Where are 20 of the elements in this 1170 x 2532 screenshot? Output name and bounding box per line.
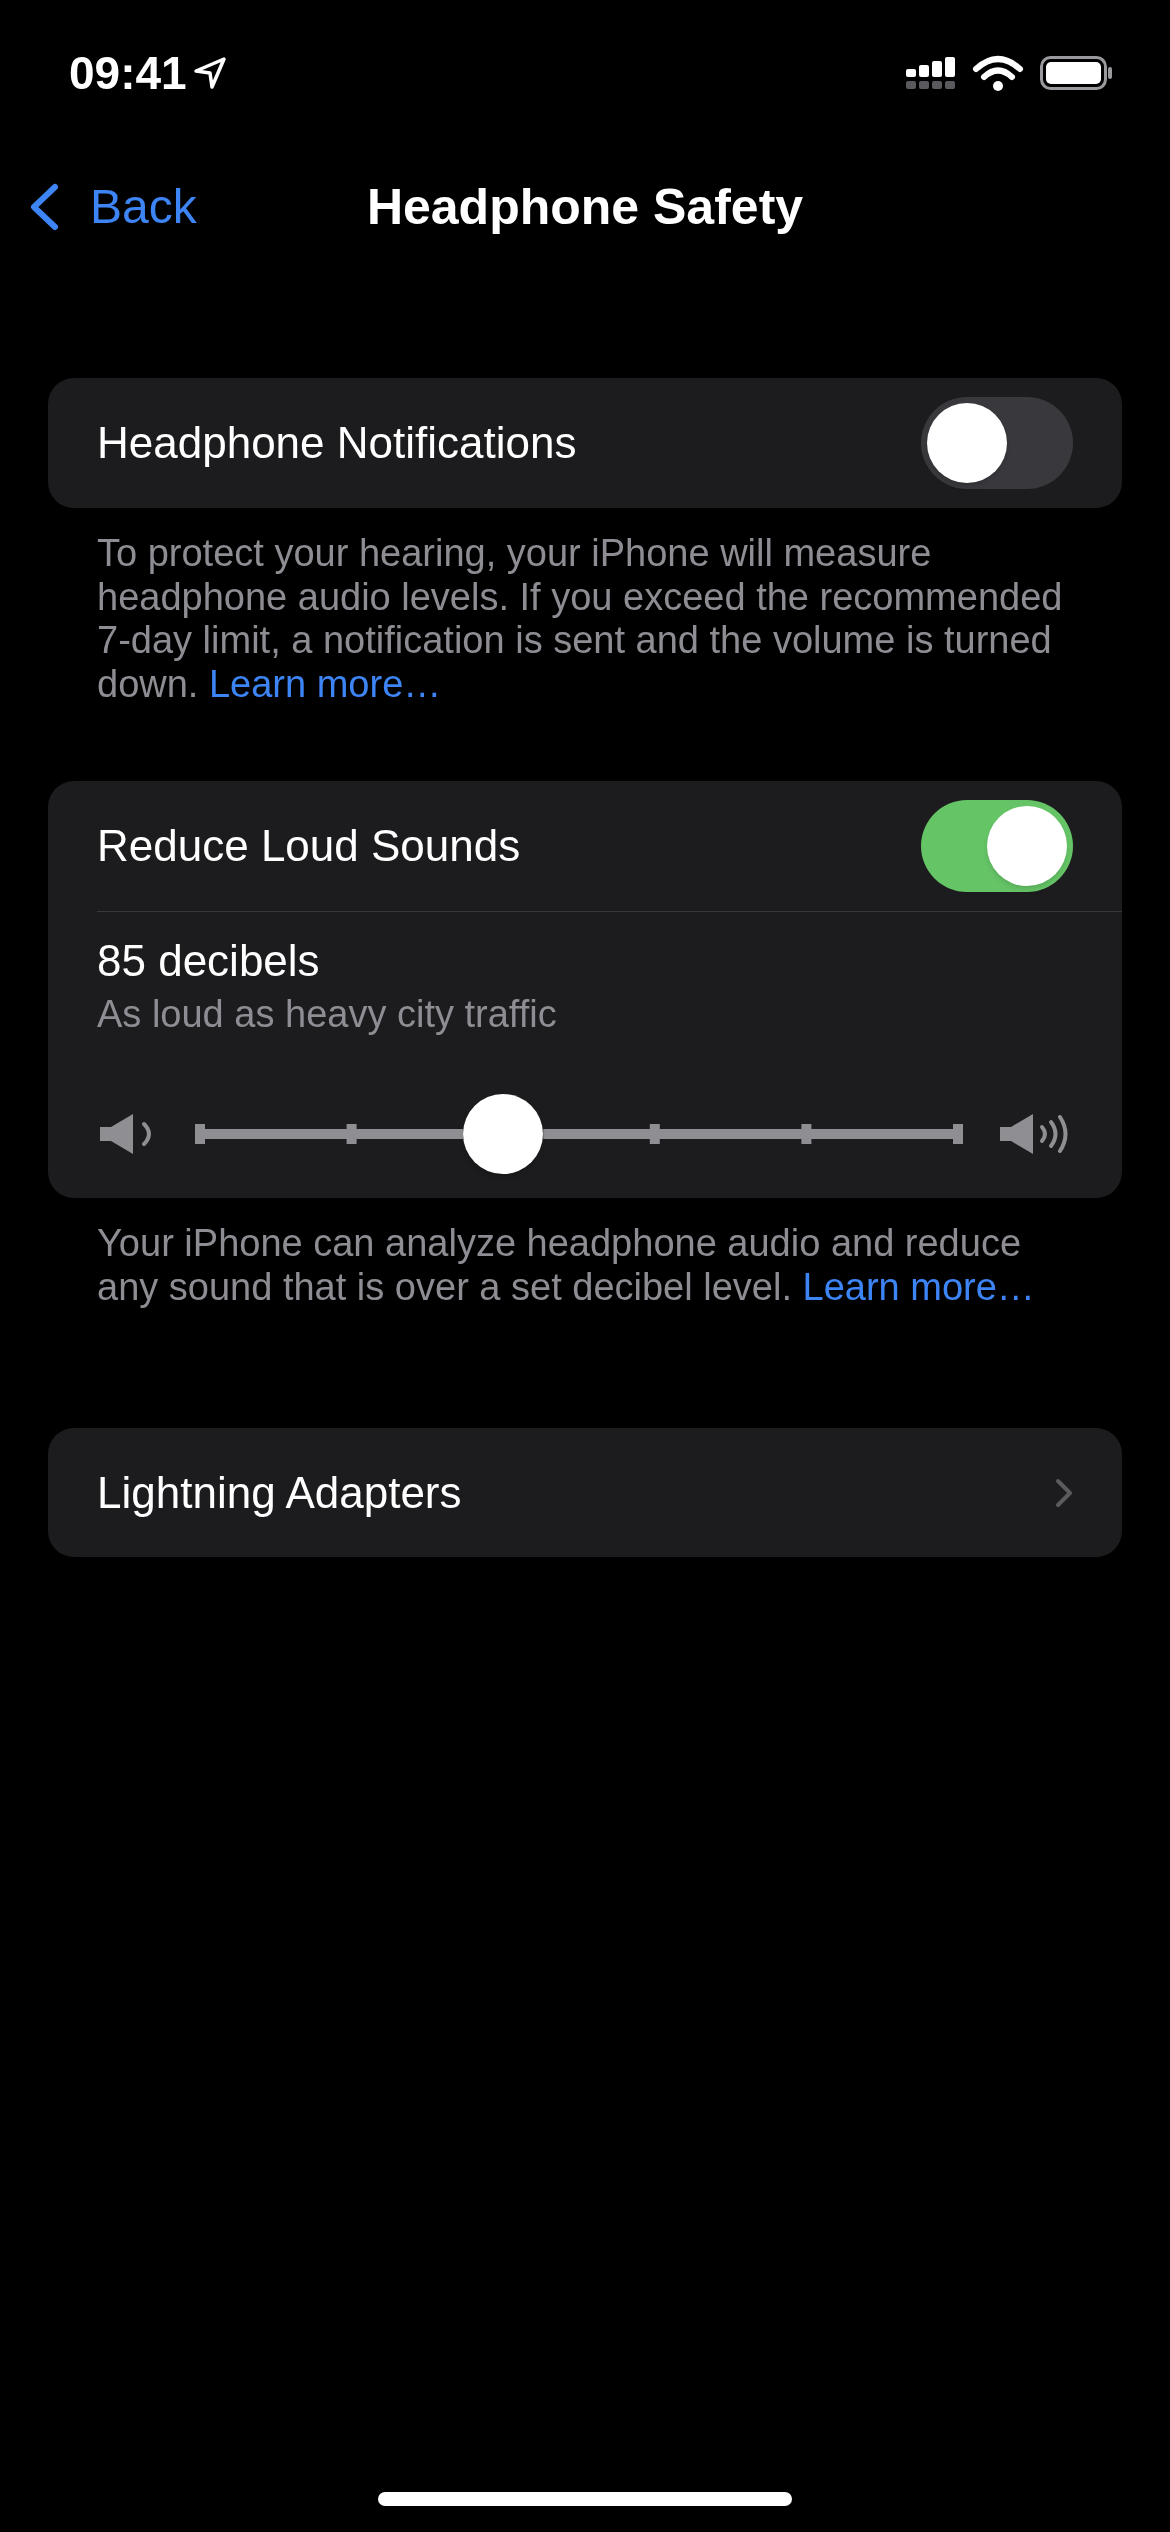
speaker-high-icon — [1000, 1112, 1070, 1156]
setting-label: Reduce Loud Sounds — [97, 820, 521, 872]
decibel-value: 85 decibels — [97, 935, 320, 987]
chevron-left-icon — [28, 183, 60, 231]
learn-more-link[interactable]: Learn more… — [208, 662, 442, 705]
battery-icon — [1040, 56, 1113, 90]
chevron-right-icon — [1055, 1477, 1073, 1508]
wifi-icon — [972, 54, 1024, 92]
decibel-description: As loud as heavy city traffic — [97, 992, 557, 1036]
back-button[interactable]: Back — [0, 183, 197, 231]
navigation-row[interactable]: Lightning Adapters — [48, 1428, 1122, 1557]
page-title: Headphone Safety — [366, 182, 804, 232]
slider-track[interactable] — [195, 1094, 963, 1174]
status-time: 09:41 — [69, 50, 187, 96]
footer-note: Your iPhone can analyze headphone audio and reduce any sound that is over a set decibel level. Learn more… — [96, 1222, 1036, 1309]
signal-icon — [906, 56, 956, 90]
setting-label: Headphone Notifications — [97, 417, 577, 469]
learn-more-link[interactable]: Learn more… — [802, 1265, 1035, 1308]
footer-note: To protect your hearing, your iPhone will measure headphone audio levels. If you exceed the recommended 7-day limit, a notification is sent and the volume is turned down. Learn more… — [96, 532, 1064, 706]
location-arrow-icon — [192, 56, 227, 90]
